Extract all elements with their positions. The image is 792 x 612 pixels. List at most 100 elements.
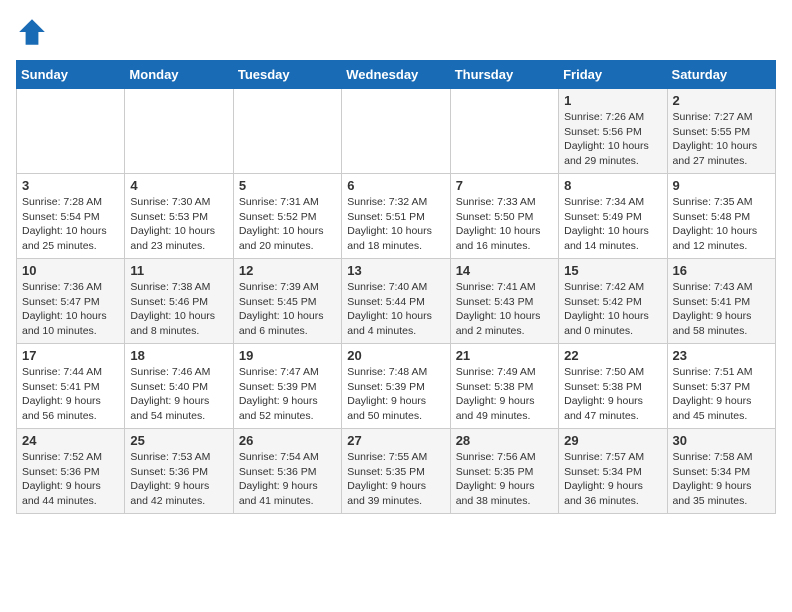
calendar-cell: 26 Sunrise: 7:54 AM Sunset: 5:36 PM Dayli…	[233, 429, 341, 514]
cell-info: Sunrise: 7:30 AM Sunset: 5:53 PM Dayligh…	[130, 195, 227, 254]
cell-info: Sunrise: 7:55 AM Sunset: 5:35 PM Dayligh…	[347, 450, 444, 509]
cell-info: Sunrise: 7:35 AM Sunset: 5:48 PM Dayligh…	[673, 195, 770, 254]
calendar-cell: 1 Sunrise: 7:26 AM Sunset: 5:56 PM Daylig…	[559, 89, 667, 174]
calendar-week-row: 3 Sunrise: 7:28 AM Sunset: 5:54 PM Daylig…	[17, 174, 776, 259]
calendar-cell: 24Sunrise: 7:52 AM Sunset: 5:36 PM Dayli…	[17, 429, 125, 514]
calendar-week-row: 17 Sunrise: 7:44 AM Sunset: 5:41 PM Dayli…	[17, 344, 776, 429]
calendar-cell	[450, 89, 558, 174]
day-number: 30	[673, 433, 770, 448]
cell-info: Sunrise: 7:36 AM Sunset: 5:47 PM Dayligh…	[22, 280, 119, 339]
cell-info: Sunrise: 7:34 AM Sunset: 5:49 PM Dayligh…	[564, 195, 661, 254]
cell-info: Sunrise: 7:46 AM Sunset: 5:40 PM Dayligh…	[130, 365, 227, 424]
calendar-cell	[125, 89, 233, 174]
day-number: 9	[673, 178, 770, 193]
day-number: 2	[673, 93, 770, 108]
calendar-week-row: 24Sunrise: 7:52 AM Sunset: 5:36 PM Dayli…	[17, 429, 776, 514]
day-number: 5	[239, 178, 336, 193]
cell-info: Sunrise: 7:56 AM Sunset: 5:35 PM Dayligh…	[456, 450, 553, 509]
cell-info: Sunrise: 7:50 AM Sunset: 5:38 PM Dayligh…	[564, 365, 661, 424]
cell-info: Sunrise: 7:38 AM Sunset: 5:46 PM Dayligh…	[130, 280, 227, 339]
day-number: 19	[239, 348, 336, 363]
cell-info: Sunrise: 7:42 AM Sunset: 5:42 PM Dayligh…	[564, 280, 661, 339]
day-number: 27	[347, 433, 444, 448]
calendar-cell: 30 Sunrise: 7:58 AM Sunset: 5:34 PM Dayli…	[667, 429, 775, 514]
calendar-cell: 22 Sunrise: 7:50 AM Sunset: 5:38 PM Dayli…	[559, 344, 667, 429]
cell-info: Sunrise: 7:44 AM Sunset: 5:41 PM Dayligh…	[22, 365, 119, 424]
cell-info: Sunrise: 7:51 AM Sunset: 5:37 PM Dayligh…	[673, 365, 770, 424]
calendar-table: SundayMondayTuesdayWednesdayThursdayFrid…	[16, 60, 776, 514]
cell-info: Sunrise: 7:33 AM Sunset: 5:50 PM Dayligh…	[456, 195, 553, 254]
calendar-cell: 17 Sunrise: 7:44 AM Sunset: 5:41 PM Dayli…	[17, 344, 125, 429]
calendar-cell: 5 Sunrise: 7:31 AM Sunset: 5:52 PM Daylig…	[233, 174, 341, 259]
day-header-friday: Friday	[559, 61, 667, 89]
cell-info: Sunrise: 7:26 AM Sunset: 5:56 PM Dayligh…	[564, 110, 661, 169]
day-header-monday: Monday	[125, 61, 233, 89]
calendar-header-row: SundayMondayTuesdayWednesdayThursdayFrid…	[17, 61, 776, 89]
cell-info: Sunrise: 7:31 AM Sunset: 5:52 PM Dayligh…	[239, 195, 336, 254]
calendar-cell: 6Sunrise: 7:32 AM Sunset: 5:51 PM Daylig…	[342, 174, 450, 259]
day-number: 3	[22, 178, 119, 193]
cell-info: Sunrise: 7:47 AM Sunset: 5:39 PM Dayligh…	[239, 365, 336, 424]
cell-info: Sunrise: 7:53 AM Sunset: 5:36 PM Dayligh…	[130, 450, 227, 509]
calendar-cell: 7 Sunrise: 7:33 AM Sunset: 5:50 PM Daylig…	[450, 174, 558, 259]
calendar-cell: 19 Sunrise: 7:47 AM Sunset: 5:39 PM Dayli…	[233, 344, 341, 429]
day-number: 15	[564, 263, 661, 278]
calendar-cell: 28 Sunrise: 7:56 AM Sunset: 5:35 PM Dayli…	[450, 429, 558, 514]
day-number: 18	[130, 348, 227, 363]
day-number: 25	[130, 433, 227, 448]
calendar-cell: 3 Sunrise: 7:28 AM Sunset: 5:54 PM Daylig…	[17, 174, 125, 259]
calendar-cell: 14 Sunrise: 7:41 AM Sunset: 5:43 PM Dayli…	[450, 259, 558, 344]
cell-info: Sunrise: 7:54 AM Sunset: 5:36 PM Dayligh…	[239, 450, 336, 509]
day-number: 12	[239, 263, 336, 278]
day-number: 1	[564, 93, 661, 108]
day-header-sunday: Sunday	[17, 61, 125, 89]
day-number: 23	[673, 348, 770, 363]
day-number: 17	[22, 348, 119, 363]
calendar-cell: 27 Sunrise: 7:55 AM Sunset: 5:35 PM Dayli…	[342, 429, 450, 514]
cell-info: Sunrise: 7:28 AM Sunset: 5:54 PM Dayligh…	[22, 195, 119, 254]
day-number: 29	[564, 433, 661, 448]
day-number: 28	[456, 433, 553, 448]
day-number: 22	[564, 348, 661, 363]
day-number: 7	[456, 178, 553, 193]
calendar-cell: 2 Sunrise: 7:27 AM Sunset: 5:55 PM Daylig…	[667, 89, 775, 174]
day-number: 10	[22, 263, 119, 278]
logo	[16, 16, 52, 48]
day-header-wednesday: Wednesday	[342, 61, 450, 89]
cell-info: Sunrise: 7:57 AM Sunset: 5:34 PM Dayligh…	[564, 450, 661, 509]
cell-info: Sunrise: 7:39 AM Sunset: 5:45 PM Dayligh…	[239, 280, 336, 339]
day-number: 8	[564, 178, 661, 193]
calendar-cell: 10 Sunrise: 7:36 AM Sunset: 5:47 PM Dayli…	[17, 259, 125, 344]
calendar-cell: 15 Sunrise: 7:42 AM Sunset: 5:42 PM Dayli…	[559, 259, 667, 344]
day-header-thursday: Thursday	[450, 61, 558, 89]
day-number: 4	[130, 178, 227, 193]
cell-info: Sunrise: 7:40 AM Sunset: 5:44 PM Dayligh…	[347, 280, 444, 339]
calendar-week-row: 10 Sunrise: 7:36 AM Sunset: 5:47 PM Dayli…	[17, 259, 776, 344]
cell-info: Sunrise: 7:49 AM Sunset: 5:38 PM Dayligh…	[456, 365, 553, 424]
calendar-cell: 12 Sunrise: 7:39 AM Sunset: 5:45 PM Dayli…	[233, 259, 341, 344]
header	[16, 16, 776, 48]
calendar-cell: 21 Sunrise: 7:49 AM Sunset: 5:38 PM Dayli…	[450, 344, 558, 429]
day-number: 24	[22, 433, 119, 448]
cell-info: Sunrise: 7:48 AM Sunset: 5:39 PM Dayligh…	[347, 365, 444, 424]
cell-info: Sunrise: 7:58 AM Sunset: 5:34 PM Dayligh…	[673, 450, 770, 509]
cell-info: Sunrise: 7:43 AM Sunset: 5:41 PM Dayligh…	[673, 280, 770, 339]
cell-info: Sunrise: 7:27 AM Sunset: 5:55 PM Dayligh…	[673, 110, 770, 169]
calendar-cell: 9 Sunrise: 7:35 AM Sunset: 5:48 PM Daylig…	[667, 174, 775, 259]
day-number: 21	[456, 348, 553, 363]
calendar-cell: 20 Sunrise: 7:48 AM Sunset: 5:39 PM Dayli…	[342, 344, 450, 429]
day-number: 20	[347, 348, 444, 363]
day-header-saturday: Saturday	[667, 61, 775, 89]
calendar-cell: 29 Sunrise: 7:57 AM Sunset: 5:34 PM Dayli…	[559, 429, 667, 514]
calendar-cell: 16Sunrise: 7:43 AM Sunset: 5:41 PM Dayli…	[667, 259, 775, 344]
cell-info: Sunrise: 7:41 AM Sunset: 5:43 PM Dayligh…	[456, 280, 553, 339]
calendar-cell: 4 Sunrise: 7:30 AM Sunset: 5:53 PM Daylig…	[125, 174, 233, 259]
calendar-cell: 11Sunrise: 7:38 AM Sunset: 5:46 PM Dayli…	[125, 259, 233, 344]
day-number: 26	[239, 433, 336, 448]
calendar-cell: 13 Sunrise: 7:40 AM Sunset: 5:44 PM Dayli…	[342, 259, 450, 344]
calendar-cell: 8 Sunrise: 7:34 AM Sunset: 5:49 PM Daylig…	[559, 174, 667, 259]
day-number: 14	[456, 263, 553, 278]
calendar-cell: 23 Sunrise: 7:51 AM Sunset: 5:37 PM Dayli…	[667, 344, 775, 429]
calendar-cell	[233, 89, 341, 174]
day-number: 13	[347, 263, 444, 278]
